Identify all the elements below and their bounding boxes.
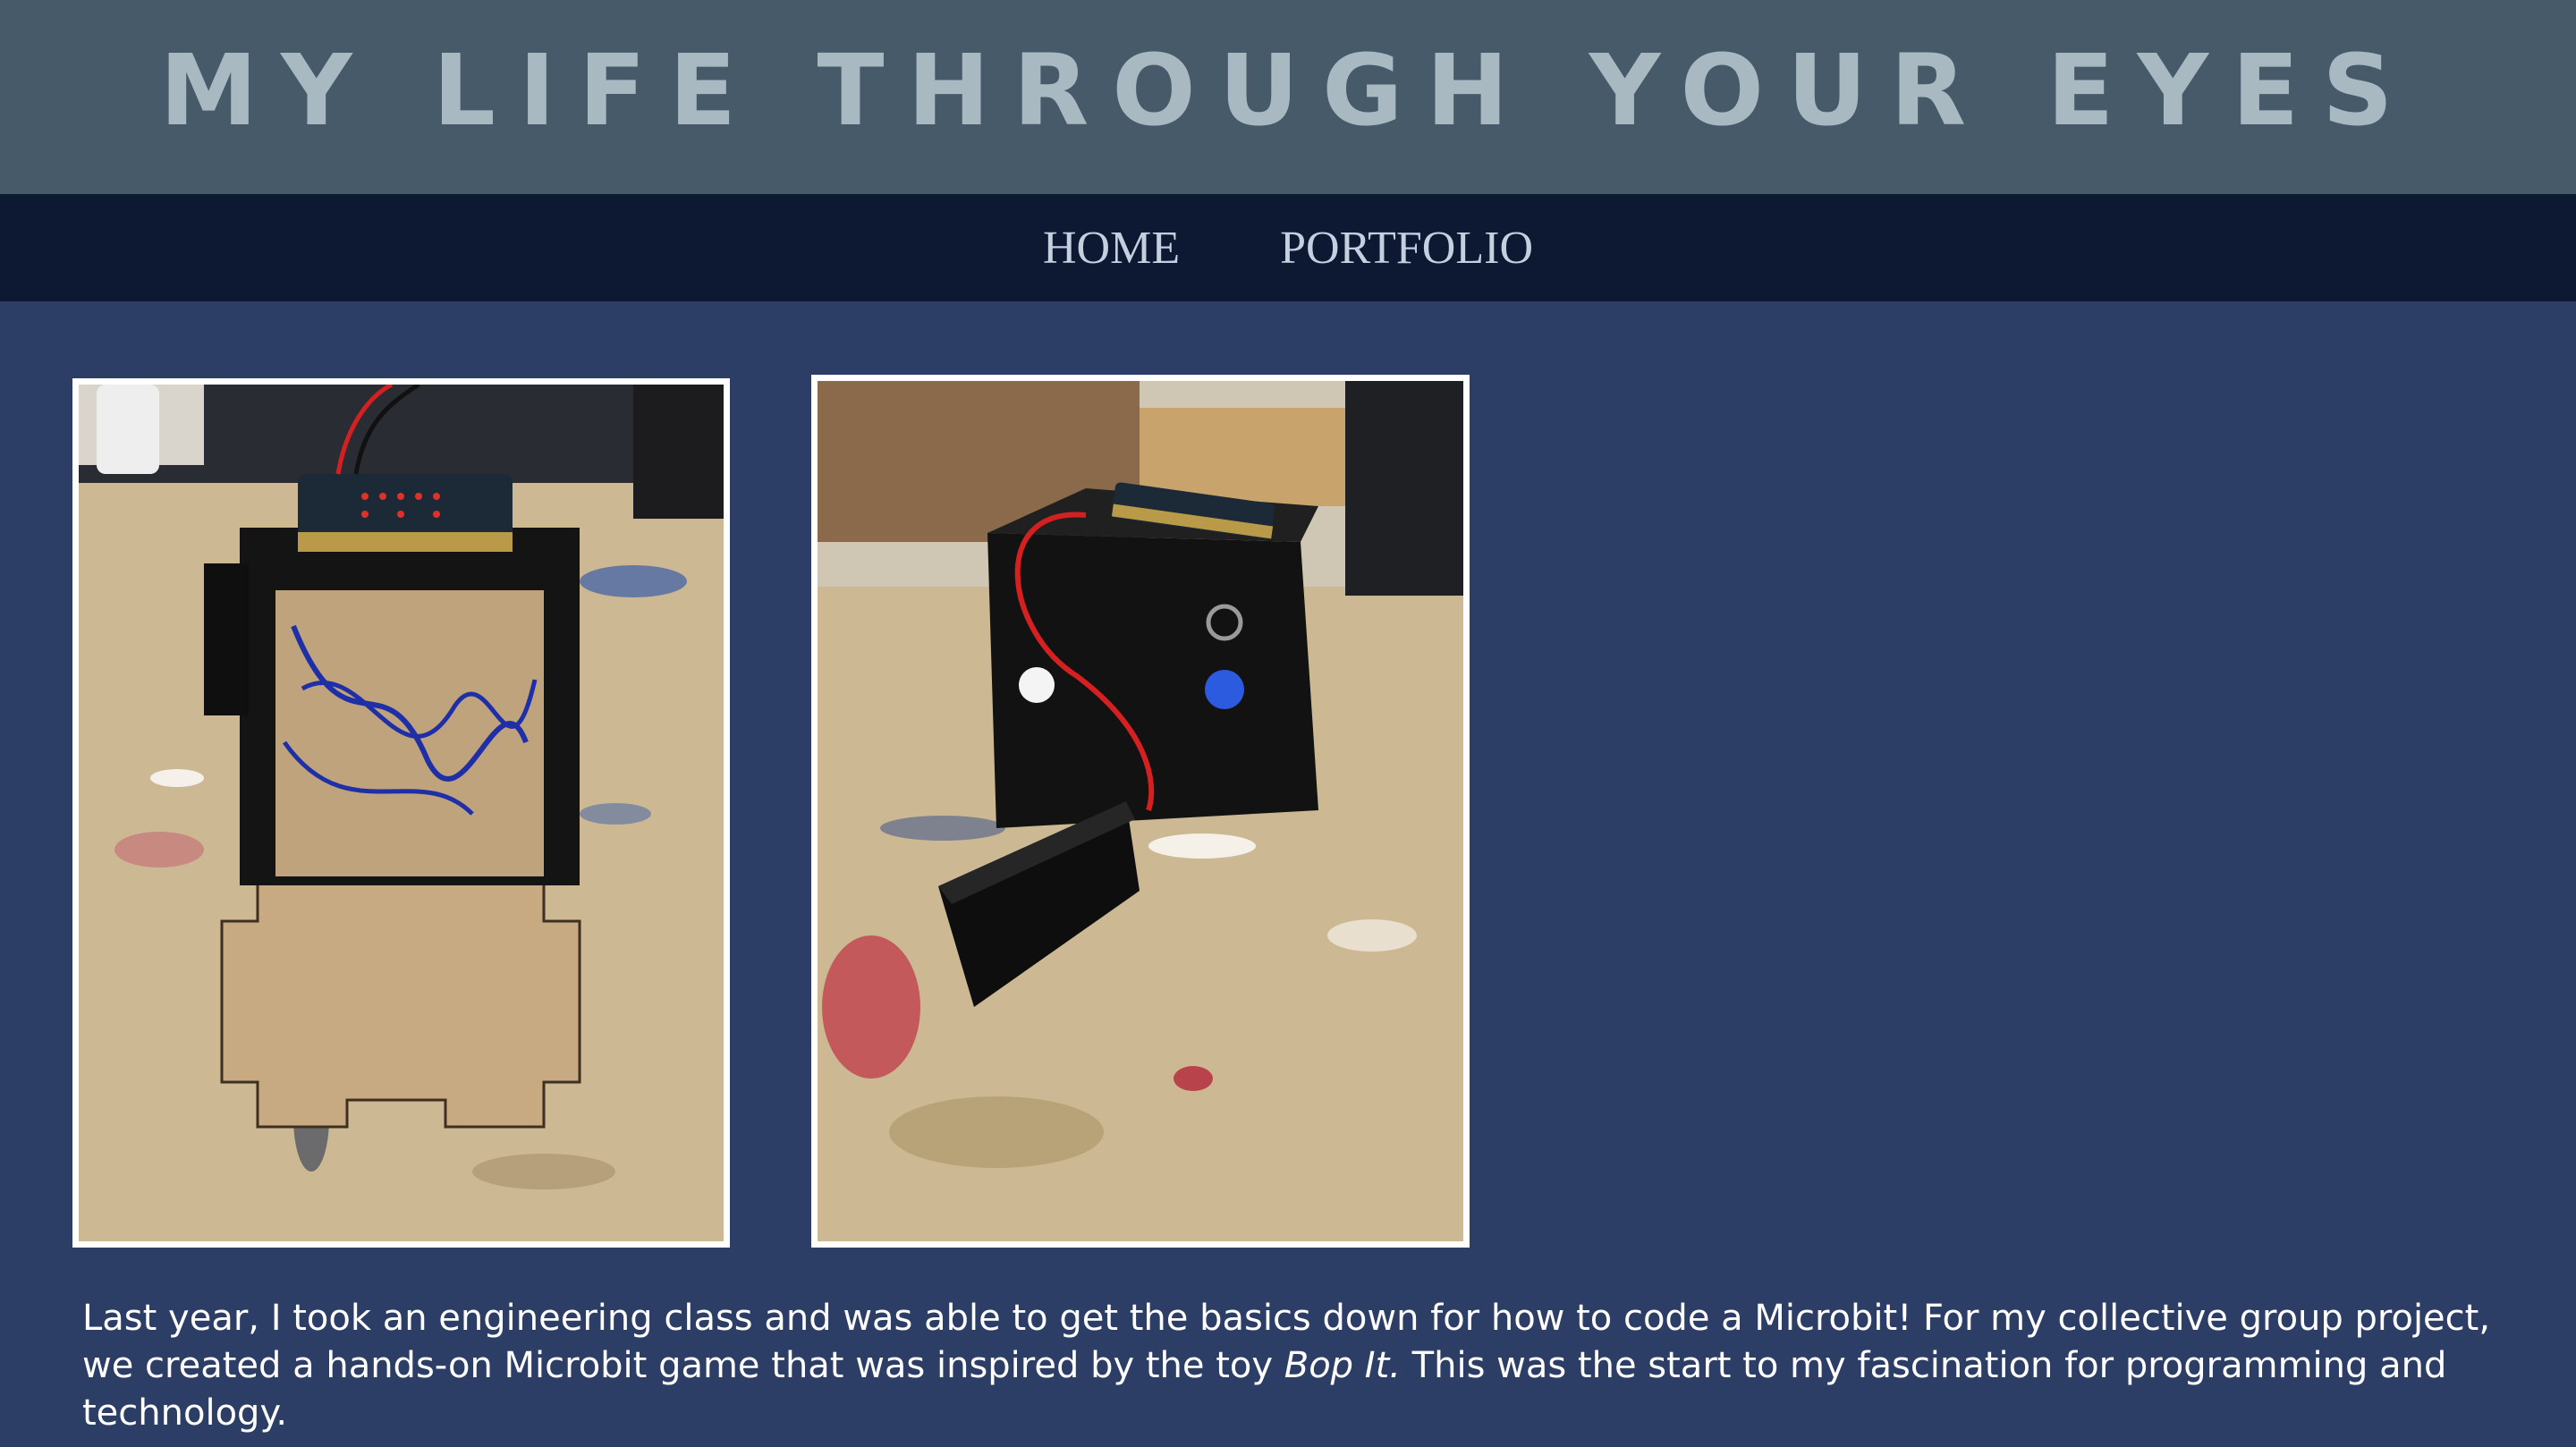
project-photo-open-box xyxy=(72,378,730,1248)
site-header: MY LIFE THROUGH YOUR EYES xyxy=(0,0,2576,194)
description-toy-name: Bop It. xyxy=(1284,1345,1401,1386)
project-photo-closed-box xyxy=(811,375,1470,1248)
photo-closed-box-illustration xyxy=(818,381,1463,1241)
photo-open-box-illustration xyxy=(79,385,724,1241)
nav-link-home[interactable]: HOME xyxy=(1043,222,1180,275)
project-description: Last year, I took an engineering class a… xyxy=(82,1295,2533,1437)
site-title: MY LIFE THROUGH YOUR EYES xyxy=(159,32,2417,148)
main-nav: HOME PORTFOLIO xyxy=(0,194,2576,301)
nav-link-portfolio[interactable]: PORTFOLIO xyxy=(1280,222,1533,275)
